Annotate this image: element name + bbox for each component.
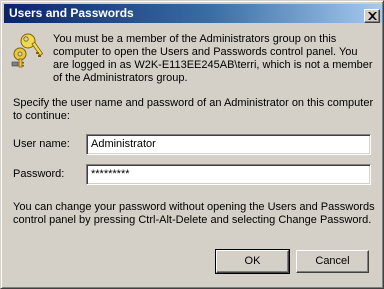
message-line: computer to open the Users and Passwords… [53, 46, 358, 58]
title-bar[interactable]: Users and Passwords [4, 4, 382, 23]
username-label: User name: [13, 138, 70, 150]
hint-line: control panel by pressing Ctrl-Alt-Delet… [13, 214, 372, 226]
close-button[interactable] [364, 9, 380, 23]
instruction-line: to continue: [13, 110, 70, 122]
username-value: Administrator [91, 138, 156, 150]
message-line: You must be a member of the Administrato… [53, 33, 337, 45]
close-icon [368, 12, 377, 20]
password-label: Password: [13, 168, 65, 180]
cancel-button[interactable]: Cancel [296, 250, 369, 273]
ok-button[interactable]: OK [215, 249, 290, 274]
hint-line: You can change your password without ope… [13, 201, 375, 213]
instruction-line: Specify the user name and password of an… [13, 97, 374, 109]
ok-button-label: OK [244, 255, 261, 267]
message-line: are logged in as W2K-E113EE245AB\terri, … [53, 59, 373, 71]
message-line: of the Administrators group. [53, 72, 188, 84]
username-field[interactable]: Administrator [86, 134, 371, 155]
password-value: ********* [91, 168, 130, 180]
keys-icon [11, 33, 44, 68]
window-title: Users and Passwords [9, 6, 134, 20]
cancel-button-label: Cancel [315, 255, 350, 267]
password-field[interactable]: ********* [86, 164, 371, 185]
